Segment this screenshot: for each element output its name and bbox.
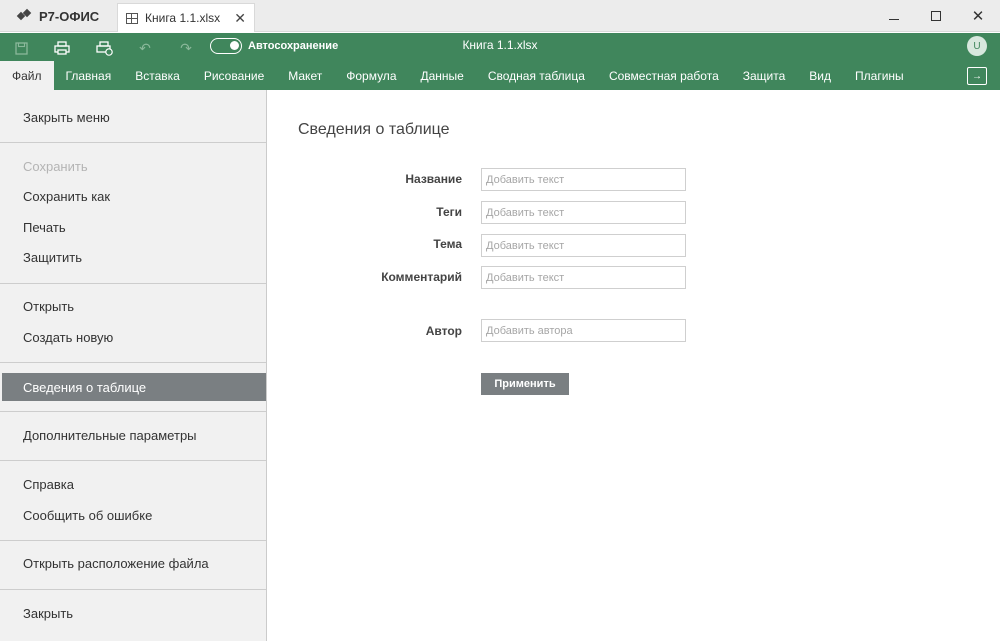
title-bar: Р7-ОФИС Книга 1.1.xlsx ✕ ✕ xyxy=(0,0,1000,32)
close-icon: ✕ xyxy=(971,8,985,25)
divider xyxy=(0,589,266,590)
sidebar-item-spreadsheet-info[interactable]: Сведения о таблице xyxy=(2,373,266,401)
comment-field[interactable] xyxy=(481,266,686,289)
sidebar-item-close-menu[interactable]: Закрыть меню xyxy=(2,104,266,130)
toolbar: ↶ ↷ Автосохранение Книга 1.1.xlsx U Файл… xyxy=(0,33,1000,90)
tab-home[interactable]: Главная xyxy=(54,61,124,90)
autosave-label: Автосохранение xyxy=(248,40,339,52)
tags-field[interactable] xyxy=(481,201,686,224)
autosave-toggle[interactable]: Автосохранение xyxy=(210,38,338,54)
maximize-button[interactable] xyxy=(915,0,957,32)
maximize-icon xyxy=(931,11,941,21)
close-tab-icon[interactable]: ✕ xyxy=(234,10,246,27)
sidebar-item-open[interactable]: Открыть xyxy=(2,293,266,319)
comment-label: Комментарий xyxy=(381,270,462,284)
tab-file[interactable]: Файл xyxy=(0,61,54,90)
document-tab[interactable]: Книга 1.1.xlsx ✕ xyxy=(117,3,255,32)
apply-button[interactable]: Применить xyxy=(481,373,569,395)
page-title: Сведения о таблице xyxy=(298,121,450,138)
exit-icon[interactable]: → xyxy=(967,67,987,85)
app-logo: Р7-ОФИС xyxy=(16,0,100,32)
toggle-switch[interactable] xyxy=(210,38,242,54)
brand-name: Р7-ОФИС xyxy=(39,8,100,24)
author-label: Автор xyxy=(425,324,462,338)
minimize-button[interactable] xyxy=(873,0,915,32)
subject-field[interactable] xyxy=(481,234,686,257)
undo-icon[interactable]: ↶ xyxy=(132,37,158,59)
avatar[interactable]: U xyxy=(967,36,987,56)
sidebar-item-create-new[interactable]: Создать новую xyxy=(2,324,266,350)
file-menu-sidebar: Закрыть меню Сохранить Сохранить как Печ… xyxy=(0,90,267,641)
sidebar-item-open-file-location[interactable]: Открыть расположение файла xyxy=(2,550,266,576)
divider xyxy=(0,411,266,412)
sidebar-item-print[interactable]: Печать xyxy=(2,214,266,240)
name-label: Название xyxy=(405,172,462,186)
spreadsheet-info-panel: Сведения о таблице Название Теги Тема Ко… xyxy=(268,90,1000,641)
tab-data[interactable]: Данные xyxy=(409,61,476,90)
sidebar-item-save[interactable]: Сохранить xyxy=(2,153,266,179)
sidebar-item-save-as[interactable]: Сохранить как xyxy=(2,183,266,209)
redo-icon[interactable]: ↷ xyxy=(173,37,199,59)
name-field[interactable] xyxy=(481,168,686,191)
tab-pivot-table[interactable]: Сводная таблица xyxy=(476,61,597,90)
sidebar-item-help[interactable]: Справка xyxy=(2,471,266,497)
divider xyxy=(0,362,266,363)
minimize-icon xyxy=(889,18,899,20)
tab-insert[interactable]: Вставка xyxy=(123,61,192,90)
divider xyxy=(0,283,266,284)
close-window-button[interactable]: ✕ xyxy=(957,0,999,32)
spreadsheet-icon xyxy=(126,12,138,24)
tab-plugins[interactable]: Плагины xyxy=(843,61,916,90)
divider xyxy=(0,460,266,461)
logo-icon xyxy=(16,8,34,22)
print-icon[interactable] xyxy=(49,37,75,59)
subject-label: Тема xyxy=(433,237,462,251)
tab-protection[interactable]: Защита xyxy=(731,61,798,90)
document-tab-title: Книга 1.1.xlsx xyxy=(145,11,221,25)
tab-draw[interactable]: Рисование xyxy=(192,61,276,90)
tab-layout[interactable]: Макет xyxy=(276,61,334,90)
sidebar-item-report-bug[interactable]: Сообщить об ошибке xyxy=(2,502,266,528)
tab-collaboration[interactable]: Совместная работа xyxy=(597,61,731,90)
tab-formula[interactable]: Формула xyxy=(334,61,408,90)
tab-view[interactable]: Вид xyxy=(797,61,843,90)
divider xyxy=(0,540,266,541)
sidebar-item-protect[interactable]: Защитить xyxy=(2,244,266,270)
tags-label: Теги xyxy=(436,205,462,219)
sidebar-item-advanced-settings[interactable]: Дополнительные параметры xyxy=(2,422,266,448)
divider xyxy=(0,142,266,143)
quick-print-icon[interactable] xyxy=(91,37,117,59)
save-icon[interactable] xyxy=(8,37,34,59)
sidebar-item-close[interactable]: Закрыть xyxy=(2,600,266,626)
author-field[interactable] xyxy=(481,319,686,342)
menu-tabs: Файл Главная Вставка Рисование Макет Фор… xyxy=(0,61,916,90)
